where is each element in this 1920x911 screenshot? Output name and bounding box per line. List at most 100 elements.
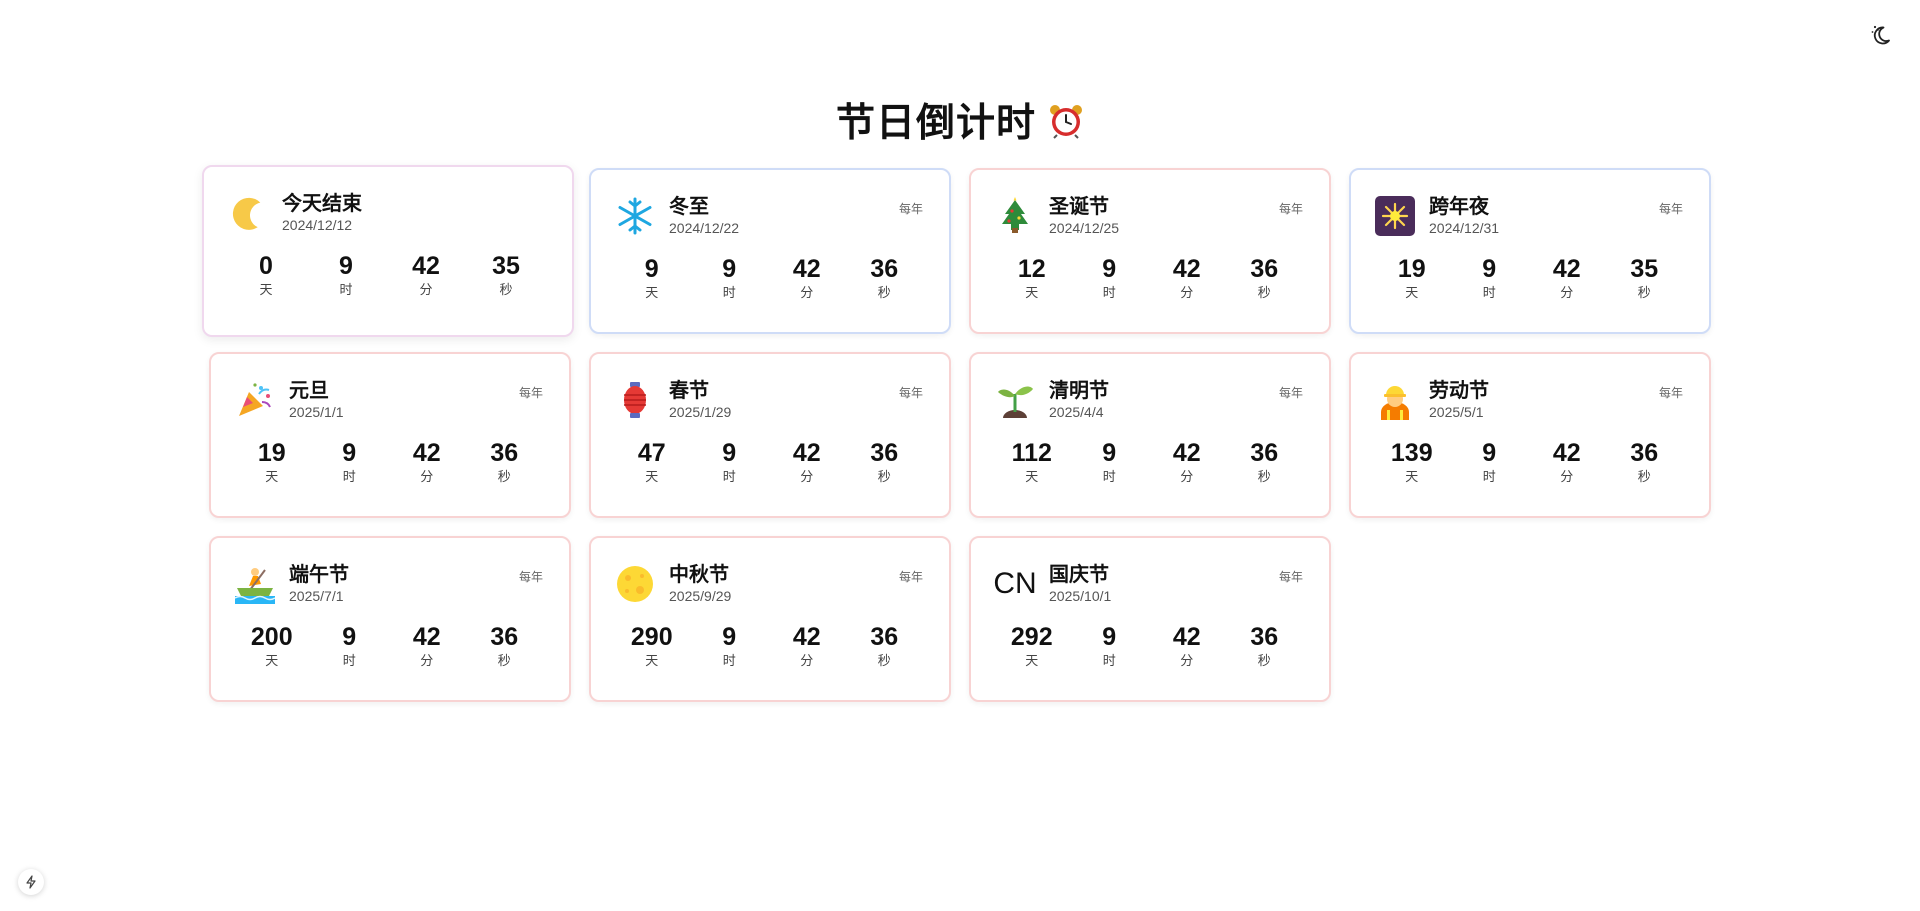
moon-stars-icon [1871,25,1890,45]
minutes-unit: 分 [800,285,814,300]
repeat-badge: 每年 [898,386,923,400]
minutes-value: 42 [1172,255,1201,283]
days-value: 47 [637,439,666,467]
holiday-card-new-year[interactable]: 元旦 2025/1/1 每年 19 天 9 时 42 分 36 秒 [209,352,571,518]
countdown: 12 天 9 时 42 分 36 秒 [993,254,1303,302]
minutes-value: 42 [1552,439,1581,467]
minutes-unit: 分 [1560,469,1574,484]
holiday-date: 2025/5/1 [1429,404,1484,420]
china-flag-icon: CN [993,562,1037,606]
hours-unit: 时 [339,282,353,297]
hours-value: 9 [1482,255,1497,283]
seconds-unit: 秒 [497,469,511,484]
days-unit: 天 [1025,285,1039,300]
days-unit: 天 [645,285,659,300]
hours-unit: 时 [722,469,736,484]
seconds-unit: 秒 [1637,285,1651,300]
lightning-bolt-icon [26,875,36,889]
countdown: 112 天 9 时 42 分 36 秒 [993,438,1303,486]
hours-value: 9 [1102,623,1117,651]
seconds-value: 36 [870,255,899,283]
hours-unit: 时 [722,653,736,668]
holiday-date: 2025/1/29 [669,404,732,420]
countdown: 9 天 9 时 42 分 36 秒 [613,254,923,302]
days-unit: 天 [645,469,659,484]
theme-toggle-button[interactable] [1866,20,1896,50]
minutes-value: 42 [1172,623,1201,651]
hours-value: 9 [722,623,737,651]
construction-worker-icon [1373,378,1417,422]
seconds-value: 35 [492,252,520,280]
holiday-name: 中秋节 [669,564,729,586]
countdown: 19 天 9 时 42 分 36 秒 [233,438,543,486]
minutes-unit: 分 [800,469,814,484]
hours-unit: 时 [722,285,736,300]
page-title: 节日倒计时 [0,92,1920,149]
days-value: 200 [250,623,293,651]
days-value: 0 [259,252,273,280]
holiday-card-mid-autumn[interactable]: 中秋节 2025/9/29 每年 290 天 9 时 42 分 36 秒 [589,536,951,702]
hours-unit: 时 [1482,469,1496,484]
holiday-card-labor-day[interactable]: 劳动节 2025/5/1 每年 139 天 9 时 42 分 36 秒 [1349,352,1711,518]
minutes-value: 42 [1172,439,1201,467]
countdown: 200 天 9 时 42 分 36 秒 [233,622,543,670]
seconds-unit: 秒 [1257,653,1271,668]
countdown: 290 天 9 时 42 分 36 秒 [613,622,923,670]
hours-value: 9 [1482,439,1497,467]
holiday-name: 端午节 [289,564,349,586]
repeat-badge: 每年 [898,202,923,216]
party-popper-icon [233,378,277,422]
corner-badge-button[interactable] [18,869,44,895]
seconds-value: 36 [870,439,899,467]
holiday-name: 元旦 [289,380,329,402]
holiday-card-qingming[interactable]: 清明节 2025/4/4 每年 112 天 9 时 42 分 36 秒 [969,352,1331,518]
red-lantern-icon [613,378,657,422]
hours-value: 9 [722,439,737,467]
hours-unit: 时 [1102,653,1116,668]
minutes-value: 42 [792,255,821,283]
alarm-clock-icon [1048,103,1084,149]
seconds-value: 35 [1630,255,1659,283]
days-unit: 天 [1025,653,1039,668]
minutes-unit: 分 [420,653,434,668]
minutes-unit: 分 [420,469,434,484]
days-unit: 天 [1025,469,1039,484]
holiday-name: 今天结束 [282,193,362,215]
days-value: 12 [1017,255,1046,283]
minutes-value: 42 [792,623,821,651]
seconds-value: 36 [1250,439,1279,467]
holiday-date: 2024/12/25 [1049,220,1120,236]
hours-unit: 时 [342,653,356,668]
repeat-badge: 每年 [1278,202,1303,216]
minutes-value: 42 [792,439,821,467]
days-unit: 天 [1405,469,1419,484]
holiday-date: 2024/12/22 [669,220,740,236]
holiday-card-spring-festival[interactable]: 春节 2025/1/29 每年 47 天 9 时 42 分 36 秒 [589,352,951,518]
holiday-name: 冬至 [669,196,709,218]
days-value: 290 [630,623,673,651]
hours-unit: 时 [1102,285,1116,300]
holiday-card-dragon-boat[interactable]: 端午节 2025/7/1 每年 200 天 9 时 42 分 36 秒 [209,536,571,702]
days-unit: 天 [259,282,273,297]
minutes-unit: 分 [800,653,814,668]
holiday-card-winter-solstice[interactable]: 冬至 2024/12/22 每年 9 天 9 时 42 分 36 秒 [589,168,951,334]
repeat-badge: 每年 [898,570,923,584]
holiday-date: 2025/1/1 [289,404,344,420]
holiday-date: 2024/12/12 [282,217,353,233]
seconds-value: 36 [490,623,519,651]
holiday-date: 2025/10/1 [1049,588,1112,604]
holiday-card-today-end[interactable]: 今天结束 2024/12/12 0 天 9 时 42 分 35 秒 [202,165,574,337]
holiday-date: 2025/4/4 [1049,404,1104,420]
holiday-card-christmas[interactable]: 圣诞节 2024/12/25 每年 12 天 9 时 42 分 36 秒 [969,168,1331,334]
hours-unit: 时 [1482,285,1496,300]
holiday-card-new-years-eve[interactable]: 跨年夜 2024/12/31 每年 19 天 9 时 42 分 35 秒 [1349,168,1711,334]
hours-value: 9 [1102,439,1117,467]
seconds-value: 36 [1250,255,1279,283]
minutes-unit: 分 [1180,469,1194,484]
days-unit: 天 [265,469,279,484]
countdown: 292 天 9 时 42 分 36 秒 [993,622,1303,670]
days-unit: 天 [645,653,659,668]
days-value: 112 [1011,439,1052,467]
holiday-card-national-day[interactable]: CN 国庆节 2025/10/1 每年 292 天 9 时 42 分 36 秒 [969,536,1331,702]
repeat-badge: 每年 [518,570,543,584]
